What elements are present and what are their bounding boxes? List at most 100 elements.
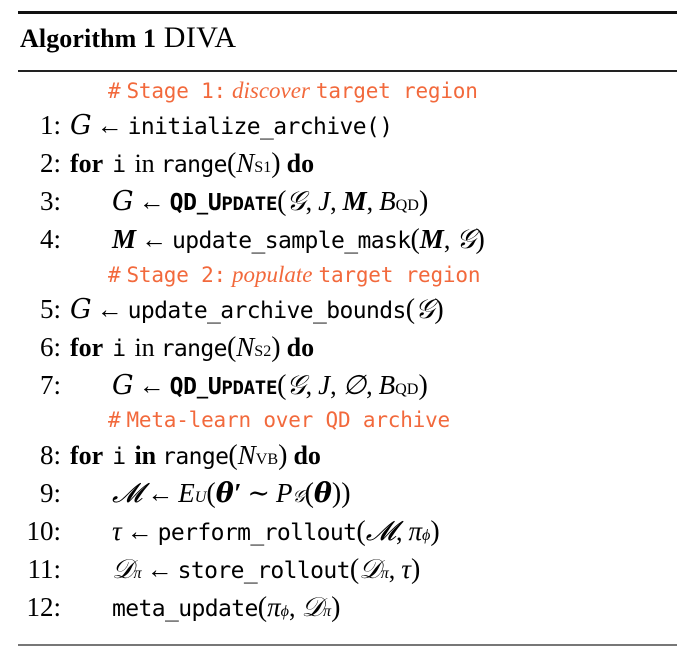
function-call: store_rollout [177, 558, 351, 584]
line-number: 7: [39, 370, 61, 400]
line-content: G ← QD_UPDATE(𝒢, J, M, B QD) [112, 186, 429, 217]
comment-body: Meta-learn over QD archive [126, 408, 450, 432]
line-content: meta_update(π ϕ, 𝒟π) [112, 592, 341, 623]
symbol-distribution: P [275, 478, 293, 508]
line-number: 1: [39, 110, 61, 140]
line-content: G ← update_archive_bounds(𝒢) [70, 294, 444, 325]
algorithm-line-6: 6: for i in range(N S2) do [18, 332, 677, 370]
algorithm-lines: # Stage 1: discover target region 1: G ← init… [18, 72, 677, 630]
assign-arrow-icon: ← [138, 187, 165, 216]
comment-suffix: target region [318, 263, 481, 287]
keyword-for: for [70, 149, 104, 178]
loop-bound: N [236, 148, 255, 178]
line-content: G ← initialize_archive() [70, 110, 393, 141]
assign-arrow-icon: ← [146, 555, 173, 584]
assign-arrow-icon: ← [141, 225, 168, 254]
loop-bound-subscript: S2 [254, 343, 272, 360]
algorithm-line-11: 11: 𝒟π ← store_rollout(𝒟π, τ) [18, 554, 677, 592]
keyword-for: for [70, 441, 104, 470]
symbol-emptyset: ∅ [342, 370, 367, 400]
line-number: 5: [39, 294, 61, 324]
keyword-do: do [293, 441, 321, 470]
comment-suffix: target region [315, 79, 478, 103]
algorithm-line-4: 4: M ← update_sample_mask(M, 𝒢) [18, 224, 677, 262]
keyword-in: in [134, 333, 155, 362]
keyword-in: in [134, 149, 155, 178]
symbol-archive: G [70, 294, 92, 325]
symbol-archive: G [112, 370, 134, 401]
function-call: perform_rollout [157, 520, 357, 546]
symbol-policy: π [267, 592, 281, 622]
line-number: 11: [27, 554, 62, 584]
algorithm-keyword: Algorithm 1 [20, 24, 157, 53]
keyword-do: do [286, 333, 315, 362]
function-call: update_sample_mask [172, 228, 411, 254]
rule-bottom [18, 644, 677, 646]
function-call: QD_UPDATE [169, 190, 278, 216]
algorithm-line-10: 10: τ ← perform_rollout(𝓜, π ϕ) [18, 516, 677, 554]
keyword-do: do [286, 149, 315, 178]
line-content: τ ← perform_rollout(𝓜, π ϕ) [112, 516, 440, 547]
range-function: range [160, 336, 228, 362]
symbol-model: 𝓜 [112, 478, 143, 509]
function-call: update_archive_bounds [127, 298, 407, 324]
symbol-dataset: 𝒟 [301, 592, 323, 623]
comment-hash: # [108, 408, 121, 432]
function-call: meta_update [112, 596, 258, 622]
line-content: G ← QD_UPDATE(𝒢, J, ∅, B QD) [112, 370, 428, 401]
comment-text: # Meta-learn over QD archive [70, 408, 450, 432]
comment-emphasis: populate [232, 262, 313, 287]
line-number: 12: [26, 592, 61, 622]
range-function: range [162, 444, 229, 470]
algorithm-block: Algorithm 1 DIVA # Stage 1: discover target… [0, 11, 695, 646]
keyword-for: for [70, 333, 104, 362]
symbol-policy: π [408, 516, 422, 546]
symbol-dataset: 𝒟 [112, 554, 134, 585]
line-number: 8: [39, 440, 61, 470]
algorithm-line-3: 3: G ← QD_UPDATE(𝒢, J, M, B QD) [18, 186, 677, 224]
comment-text: # Stage 2: populate target region [70, 262, 480, 288]
line-content: 𝓜 ← E U(𝜽′ ∼ P 𝒢(𝜽)) [112, 478, 351, 509]
loop-bound-subscript: VB [255, 451, 279, 468]
algorithm-line-8: 8: for i in range(N VB) do [18, 440, 677, 478]
algorithm-line-7: 7: G ← QD_UPDATE(𝒢, J, ∅, B QD) [18, 370, 677, 408]
algorithm-line-9: 9: 𝓜 ← E U(𝜽′ ∼ P 𝒢(𝜽)) [18, 478, 677, 516]
line-number: 3: [39, 186, 61, 216]
assign-arrow-icon: ← [96, 295, 123, 324]
line-content: for i in range(N VB) do [70, 440, 321, 471]
line-number: 4: [39, 224, 61, 254]
assign-arrow-icon: ← [96, 111, 123, 140]
line-number: 9: [39, 478, 61, 508]
symbol-archive: G [112, 186, 134, 217]
algorithm-line-2: 2: for i in range(N S1) do [18, 148, 677, 186]
comment-emphasis: discover [232, 78, 310, 103]
loop-bound: N [236, 332, 255, 362]
comment-hash: # [108, 79, 121, 103]
function-call: initialize_archive() [127, 114, 394, 140]
symbol-theta-prime: 𝜽′ [215, 478, 242, 508]
symbol-distributed-as: ∼ [247, 478, 270, 508]
assign-arrow-icon: ← [138, 371, 165, 400]
line-content: for i in range(N S2) do [70, 332, 315, 363]
comment-text: # Stage 1: discover target region [70, 78, 478, 104]
symbol-archive: G [70, 110, 92, 141]
comment-hash: # [108, 263, 121, 287]
symbol-tau: τ [401, 554, 411, 584]
range-function: range [160, 152, 228, 178]
assign-arrow-icon: ← [147, 479, 174, 508]
line-content: 𝒟π ← store_rollout(𝒟π, τ) [112, 554, 421, 585]
comment-stage-2: # Stage 2: populate target region [18, 262, 677, 294]
expectation-operator: E [178, 478, 195, 508]
function-call: QD_UPDATE [169, 374, 278, 400]
line-content: M ← update_sample_mask(M, 𝒢) [112, 224, 485, 255]
line-number: 6: [39, 332, 61, 362]
comment-prefix: Stage 1: [126, 79, 226, 103]
algorithm-line-5: 5: G ← update_archive_bounds(𝒢) [18, 294, 677, 332]
loop-variable: i [112, 444, 126, 470]
symbol-tau: τ [112, 516, 122, 546]
symbol-model: 𝓜 [365, 516, 396, 547]
algorithm-title: Algorithm 1 DIVA [18, 14, 677, 65]
symbol-mask: M [112, 224, 137, 254]
symbol-theta: 𝜽 [313, 478, 332, 508]
loop-bound-subscript: S1 [254, 159, 272, 176]
